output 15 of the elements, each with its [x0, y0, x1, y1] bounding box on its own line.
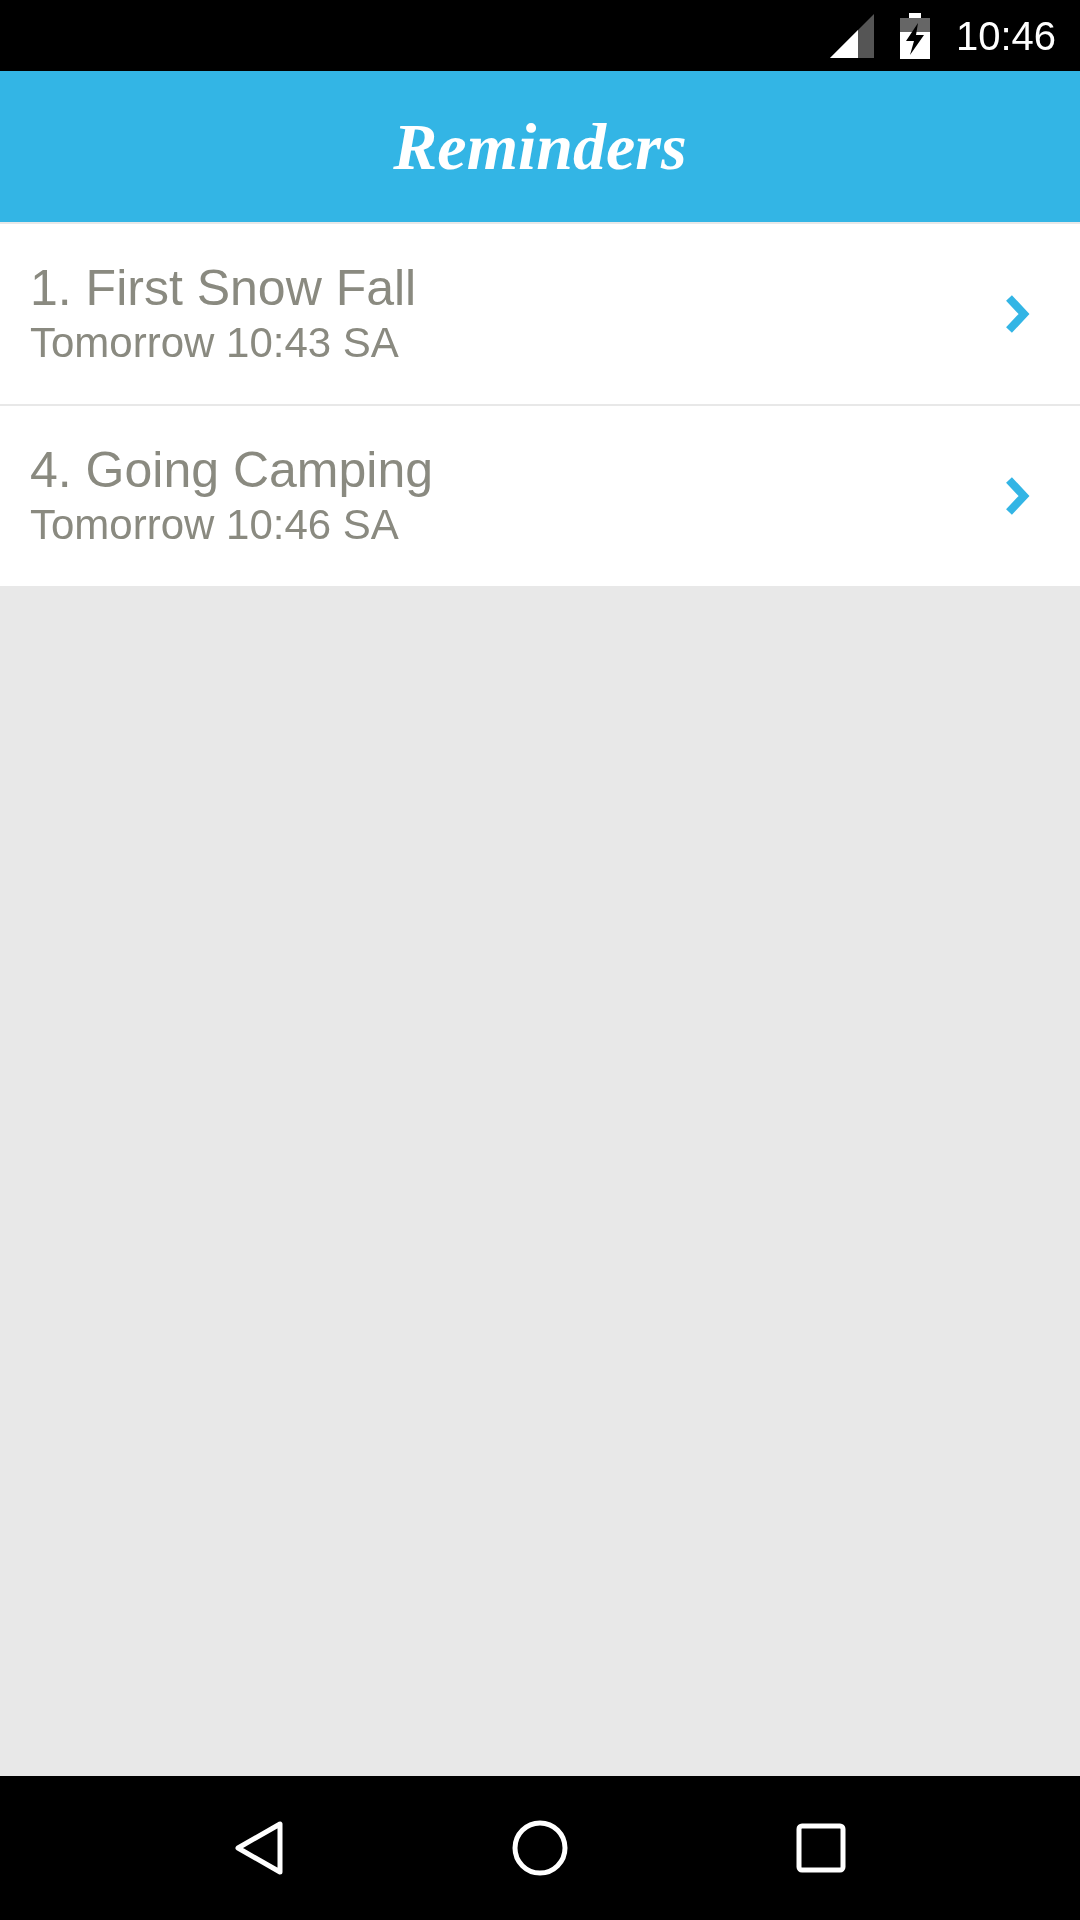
- reminder-time: Tomorrow 10:46 SA: [30, 500, 400, 550]
- reminder-row[interactable]: 1. First Snow Fall Tomorrow 10:43 SA: [0, 224, 1080, 404]
- reminder-row[interactable]: 4. Going Camping Tomorrow 10:46 SA: [0, 406, 1080, 586]
- clock-time: 10:46: [955, 12, 1056, 60]
- recents-icon[interactable]: [796, 1823, 846, 1873]
- reminder-title: 1. First Snow Fall: [30, 259, 418, 317]
- reminder-time: Tomorrow 10:43 SA: [30, 318, 400, 368]
- app-title: Reminders: [393, 109, 687, 185]
- chevron-right-icon: [1004, 476, 1030, 516]
- battery-charging-icon: [899, 12, 930, 59]
- signal-icon: [829, 13, 874, 58]
- chevron-right-icon: [1004, 294, 1030, 334]
- home-icon[interactable]: [512, 1820, 568, 1876]
- back-icon[interactable]: [234, 1821, 284, 1875]
- reminder-title: 4. Going Camping: [30, 441, 434, 499]
